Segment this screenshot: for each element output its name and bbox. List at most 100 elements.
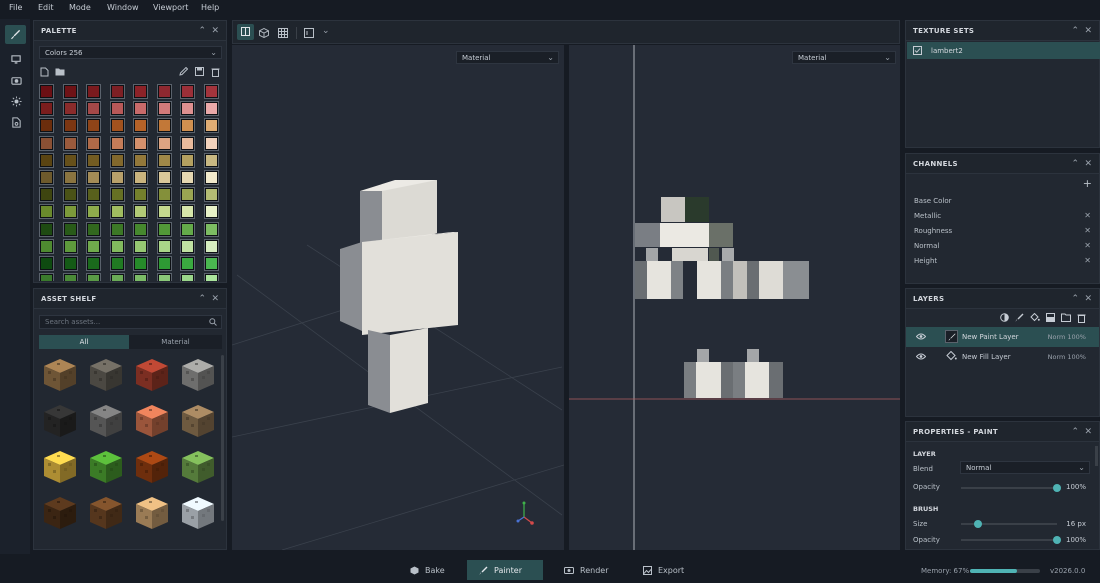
remove-channel-icon[interactable]: ✕ (1084, 241, 1091, 250)
color-swatch[interactable] (156, 273, 172, 281)
color-swatch[interactable] (86, 101, 101, 117)
collapse-icon[interactable]: ⌃ (1071, 427, 1079, 437)
channel-normal[interactable]: Normal (914, 242, 939, 250)
collapse-icon[interactable]: ⌃ (1071, 294, 1079, 304)
color-swatch[interactable] (86, 152, 101, 168)
color-swatch[interactable] (156, 170, 172, 185)
color-swatch[interactable] (203, 273, 219, 281)
color-swatch[interactable] (156, 135, 172, 151)
color-swatch[interactable] (133, 221, 148, 237)
menu-mode[interactable]: Mode (69, 3, 91, 12)
projection-tool[interactable] (8, 52, 24, 66)
color-swatch[interactable] (86, 135, 101, 151)
mask-icon[interactable] (1000, 313, 1009, 322)
color-swatch[interactable] (62, 170, 78, 185)
asset-scrollbar[interactable] (221, 355, 224, 521)
color-swatch[interactable] (86, 221, 101, 237)
asset-thumbnail-snow-block[interactable] (180, 495, 216, 531)
chevron-down-icon[interactable]: ⌄ (322, 26, 330, 36)
color-swatch[interactable] (109, 204, 125, 220)
fill-layer-icon[interactable] (1030, 313, 1040, 322)
bake-button[interactable]: Bake (398, 560, 457, 580)
folder-icon[interactable] (1061, 313, 1071, 322)
asset-thumbnail-stone-brick-block[interactable] (180, 357, 216, 393)
asset-thumbnail-coal-block[interactable] (42, 403, 78, 439)
color-swatch[interactable] (109, 238, 125, 254)
cube-view-icon[interactable] (259, 28, 269, 38)
export-button[interactable]: Export (631, 560, 696, 580)
close-icon[interactable]: ✕ (1084, 427, 1092, 437)
asset-thumbnail-dirt-block[interactable] (42, 357, 78, 393)
texture-set-item[interactable]: lambert2 (907, 42, 1100, 59)
menu-file[interactable]: File (9, 3, 22, 12)
left-viewport-mode-select[interactable]: Material ⌄ (456, 51, 559, 64)
color-swatch[interactable] (180, 152, 195, 168)
close-icon[interactable]: ✕ (1084, 26, 1092, 36)
color-swatch[interactable] (62, 118, 78, 134)
color-swatch[interactable] (203, 135, 219, 151)
color-swatch[interactable] (203, 101, 219, 117)
color-swatch[interactable] (62, 84, 78, 99)
settings-tool[interactable] (8, 115, 24, 129)
size-slider[interactable] (961, 520, 1057, 528)
asset-thumbnail-gravel-block[interactable] (88, 403, 124, 439)
light-tool[interactable] (8, 94, 24, 108)
color-swatch[interactable] (62, 187, 78, 203)
color-swatch[interactable] (86, 204, 101, 220)
color-swatch[interactable] (133, 256, 148, 271)
color-swatch[interactable] (39, 221, 54, 237)
color-swatch[interactable] (180, 256, 195, 271)
color-swatch[interactable] (203, 204, 219, 220)
color-swatch[interactable] (109, 221, 125, 237)
checkbox-icon[interactable] (913, 46, 922, 55)
uv-grid-icon[interactable] (278, 28, 288, 38)
color-swatch[interactable] (109, 170, 125, 185)
color-swatch[interactable] (39, 273, 54, 281)
eye-icon[interactable] (916, 333, 926, 340)
color-swatch[interactable] (62, 152, 78, 168)
color-swatch[interactable] (109, 273, 125, 281)
color-swatch[interactable] (39, 238, 54, 254)
color-swatch[interactable] (109, 135, 125, 151)
size-slider-knob[interactable] (974, 520, 983, 528)
color-swatch[interactable] (156, 238, 172, 254)
adjustment-icon[interactable] (1046, 313, 1055, 322)
asset-thumbnail-lava-block[interactable] (134, 449, 170, 485)
color-swatch[interactable] (62, 273, 78, 281)
asset-thumbnail-moss-block[interactable] (180, 449, 216, 485)
viewport-uv[interactable]: Material ⌄ (569, 45, 900, 550)
asset-thumbnail-dark-wood-block[interactable] (42, 495, 78, 531)
channel-metallic[interactable]: Metallic (914, 212, 941, 220)
color-swatch[interactable] (39, 84, 54, 99)
color-swatch[interactable] (133, 273, 148, 281)
menu-help[interactable]: Help (201, 3, 219, 12)
color-swatch[interactable] (86, 84, 101, 99)
color-swatch[interactable] (86, 238, 101, 254)
asset-thumbnail-dirt-dark-block[interactable] (180, 403, 216, 439)
collapse-icon[interactable]: ⌃ (1071, 159, 1079, 169)
asset-thumbnail-terracotta-block[interactable] (134, 403, 170, 439)
menu-edit[interactable]: Edit (38, 3, 54, 12)
asset-thumbnail-sand-block[interactable] (42, 449, 78, 485)
color-swatch[interactable] (203, 84, 219, 99)
eye-icon[interactable] (916, 353, 926, 360)
close-icon[interactable]: ✕ (1084, 294, 1092, 304)
color-swatch[interactable] (133, 152, 148, 168)
color-swatch[interactable] (203, 152, 219, 168)
channel-height[interactable]: Height (914, 257, 937, 265)
color-swatch[interactable] (203, 221, 219, 237)
color-swatch[interactable] (203, 187, 219, 203)
color-swatch[interactable] (156, 152, 172, 168)
color-swatch[interactable] (109, 101, 125, 117)
asset-thumbnail-sandstone-block[interactable] (134, 495, 170, 531)
color-swatch[interactable] (180, 170, 195, 185)
paint-layer-icon[interactable] (1015, 313, 1024, 322)
color-swatch[interactable] (39, 204, 54, 220)
properties-scrollbar[interactable] (1095, 446, 1098, 466)
color-swatch[interactable] (156, 204, 172, 220)
color-swatch[interactable] (133, 135, 148, 151)
color-swatch[interactable] (133, 238, 148, 254)
color-swatch[interactable] (39, 187, 54, 203)
color-swatch[interactable] (156, 187, 172, 203)
brush-tool[interactable] (5, 25, 26, 44)
